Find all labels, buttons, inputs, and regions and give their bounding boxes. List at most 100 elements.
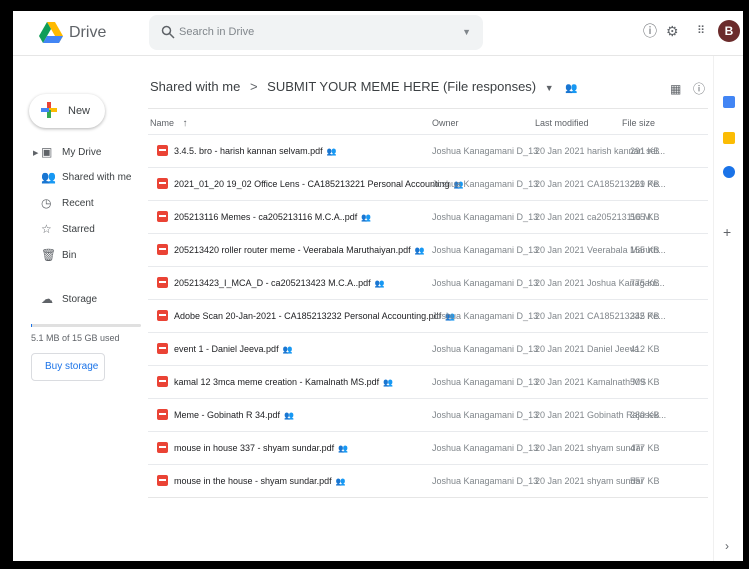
storage-progress-fill xyxy=(31,324,32,327)
sidebar-item-bin[interactable]: 🗑 Bin xyxy=(13,244,145,268)
breadcrumb-current[interactable]: SUBMIT YOUR MEME HERE (File responses) xyxy=(267,79,536,94)
pdf-file-icon xyxy=(157,310,168,321)
file-last-modified: 20 Jan 2021 shyam sundar xyxy=(535,476,644,486)
file-name: Adobe Scan 20-Jan-2021 - CA185213232 Per… xyxy=(174,311,455,321)
search-input[interactable]: Search in Drive ▼ xyxy=(149,15,483,50)
search-options-icon[interactable]: ▼ xyxy=(462,27,471,37)
clock-icon: ◷ xyxy=(41,196,52,210)
avatar[interactable]: B xyxy=(718,20,740,42)
expand-arrow-icon[interactable]: ▶ xyxy=(33,149,38,157)
file-name: 205213423_I_MCA_D - ca205213423 M.C.A..p… xyxy=(174,278,385,288)
file-size: 477 KB xyxy=(630,443,660,453)
column-header-last-modified[interactable]: Last modified xyxy=(535,118,589,128)
file-owner: Joshua Kanagamani D_13 xyxy=(432,245,539,255)
storage-used-text: 5.1 MB of 15 GB used xyxy=(31,333,120,343)
table-row[interactable]: kamal 12 3mca meme creation - Kamalnath … xyxy=(148,365,708,399)
table-row[interactable]: 3.4.5. bro - harish kannan selvam.pdf 👥 Jo… xyxy=(148,134,708,168)
column-header-file-size: File size xyxy=(622,118,656,128)
storage-progress-bar xyxy=(31,324,141,327)
search-icon[interactable] xyxy=(161,25,175,39)
sidebar-item-storage[interactable]: ☁ Storage xyxy=(13,288,145,312)
pdf-file-icon xyxy=(157,145,168,156)
table-row[interactable]: 2021_01_20 19_02 Office Lens - CA1852132… xyxy=(148,167,708,201)
app-title: Drive xyxy=(69,24,107,41)
sidebar-item-my-drive[interactable]: ▶ ▣ My Drive xyxy=(13,141,145,165)
file-owner: Joshua Kanagamani D_13 xyxy=(432,146,539,156)
file-name-text: Adobe Scan 20-Jan-2021 - CA185213232 Per… xyxy=(174,311,442,321)
table-row[interactable]: Adobe Scan 20-Jan-2021 - CA185213232 Per… xyxy=(148,299,708,333)
table-row[interactable]: Meme - Gobinath R 34.pdf 👥 Joshua Kanagama… xyxy=(148,398,708,432)
shared-icon: 👥 xyxy=(335,477,346,486)
file-name: 205213116 Memes - ca205213116 M.C.A..pdf… xyxy=(174,212,371,222)
pdf-file-icon xyxy=(157,442,168,453)
sort-arrow-up-icon[interactable]: ↑ xyxy=(183,118,188,129)
file-name-text: Meme - Gobinath R 34.pdf xyxy=(174,410,281,420)
pdf-file-icon xyxy=(157,244,168,255)
chevron-down-icon[interactable]: ▼ xyxy=(545,83,554,93)
file-last-modified: 20 Jan 2021 shyam sundar xyxy=(535,443,644,453)
pdf-file-icon xyxy=(157,277,168,288)
file-name-text: 205213420 roller router meme - Veerabala… xyxy=(174,245,411,255)
buy-storage-button[interactable]: Buy storage xyxy=(31,353,105,381)
file-size: 280 KB xyxy=(630,410,660,420)
shared-icon: 👥 xyxy=(383,378,394,387)
file-owner: Joshua Kanagamani D_13 xyxy=(432,377,539,387)
keep-icon[interactable] xyxy=(723,132,735,144)
file-name-text: kamal 12 3mca meme creation - Kamalnath … xyxy=(174,377,380,387)
sidebar-item-shared-with-me[interactable]: 👥 Shared with me xyxy=(13,166,145,190)
breadcrumb-root[interactable]: Shared with me xyxy=(150,79,240,94)
calendar-icon[interactable] xyxy=(723,96,735,108)
shared-icon: 👥 xyxy=(374,279,385,288)
file-name-text: mouse in the house - shyam sundar.pdf xyxy=(174,476,332,486)
file-owner: Joshua Kanagamani D_13 xyxy=(432,311,539,321)
chevron-right-icon[interactable]: › xyxy=(725,539,729,553)
shared-icon: 👥 xyxy=(284,411,295,420)
pdf-file-icon xyxy=(157,475,168,486)
new-button[interactable]: New xyxy=(29,94,105,128)
apps-grid-icon[interactable]: ⠿ xyxy=(697,23,705,39)
file-size: 155 KB xyxy=(630,245,660,255)
file-name: mouse in the house - shyam sundar.pdf 👥 xyxy=(174,476,346,486)
table-row[interactable]: 205213420 roller router meme - Veerabala… xyxy=(148,233,708,267)
file-size: 269 KB xyxy=(630,179,660,189)
file-name-text: 3.4.5. bro - harish kannan selvam.pdf xyxy=(174,146,323,156)
sidebar-item-starred[interactable]: ☆ Starred xyxy=(13,218,145,242)
file-name: event 1 - Daniel Jeeva.pdf 👥 xyxy=(174,344,293,354)
shared-icon: 👥 xyxy=(326,147,337,156)
settings-gear-icon[interactable]: ⚙ xyxy=(666,23,679,39)
file-name-text: 2021_01_20 19_02 Office Lens - CA1852132… xyxy=(174,179,450,189)
table-row[interactable]: event 1 - Daniel Jeeva.pdf 👥 Joshua Kanaga… xyxy=(148,332,708,366)
file-owner: Joshua Kanagamani D_13 xyxy=(432,179,539,189)
file-name: 205213420 roller router meme - Veerabala… xyxy=(174,245,425,255)
file-size: 291 KB xyxy=(630,146,660,156)
shared-icon: 👥 xyxy=(361,213,372,222)
column-header-name-label: Name xyxy=(150,118,175,128)
drive-logo-icon[interactable] xyxy=(39,22,63,44)
table-row[interactable]: mouse in house 337 - shyam sundar.pdf 👥 Jo… xyxy=(148,431,708,465)
shared-people-icon[interactable]: 👥 xyxy=(565,83,577,94)
file-last-modified: 20 Jan 2021 Daniel Jeeva xyxy=(535,344,640,354)
divider xyxy=(148,497,708,498)
cloud-icon: ☁ xyxy=(41,292,53,306)
sidebar-item-recent[interactable]: ◷ Recent xyxy=(13,192,145,216)
table-row[interactable]: 205213116 Memes - ca205213116 M.C.A..pdf… xyxy=(148,200,708,234)
file-name-text: mouse in house 337 - shyam sundar.pdf xyxy=(174,443,335,453)
help-icon[interactable]: ⓘ xyxy=(643,23,657,39)
grid-view-icon[interactable]: ▦ xyxy=(670,81,681,97)
pdf-file-icon xyxy=(157,376,168,387)
tasks-icon[interactable] xyxy=(723,166,735,178)
divider xyxy=(148,108,708,109)
file-name: Meme - Gobinath R 34.pdf 👥 xyxy=(174,410,294,420)
new-button-label: New xyxy=(68,105,91,117)
info-icon[interactable]: ⓘ xyxy=(693,81,705,97)
column-header-name[interactable]: Name ↑ xyxy=(150,118,188,129)
table-row[interactable]: 205213423_I_MCA_D - ca205213423 M.C.A..p… xyxy=(148,266,708,300)
file-owner: Joshua Kanagamani D_13 xyxy=(432,212,539,222)
file-name: kamal 12 3mca meme creation - Kamalnath … xyxy=(174,377,393,387)
file-owner: Joshua Kanagamani D_13 xyxy=(432,443,539,453)
add-addon-plus-icon[interactable]: + xyxy=(723,224,731,240)
file-size: 557 KB xyxy=(630,476,660,486)
file-owner: Joshua Kanagamani D_13 xyxy=(432,278,539,288)
table-row[interactable]: mouse in the house - shyam sundar.pdf 👥 Jo… xyxy=(148,464,708,498)
buy-storage-label: Buy storage xyxy=(45,361,99,372)
